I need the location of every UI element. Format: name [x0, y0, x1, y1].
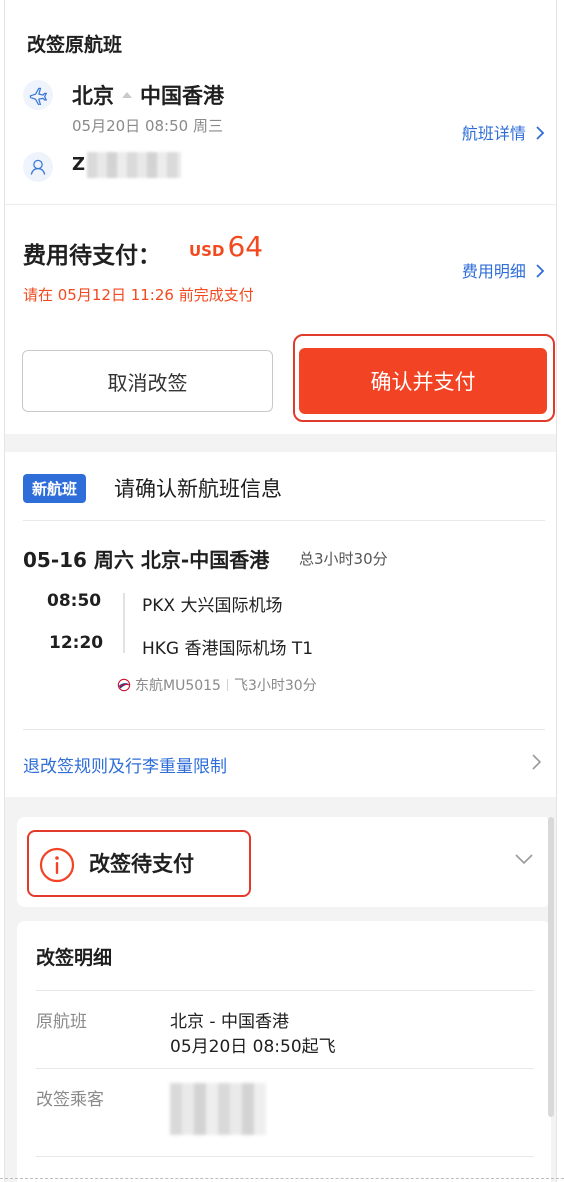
currency: USD: [189, 242, 225, 260]
original-flight-route: 北京 - 中国香港: [170, 1012, 289, 1032]
payment-due-label: 费用待支付：: [23, 243, 161, 269]
cancel-change-button[interactable]: 取消改签: [22, 350, 273, 412]
divider: [23, 520, 545, 521]
airline-info: 东航MU5015 飞3小时30分: [117, 675, 317, 695]
original-route: 北京 中国香港: [72, 80, 224, 110]
payment-deadline: 请在 05月12日 11:26 前完成支付: [23, 286, 254, 304]
page-cut-line: [0, 1178, 564, 1179]
chevron-down-icon[interactable]: [514, 852, 534, 866]
divider: [36, 1068, 534, 1069]
section-divider: [5, 434, 556, 452]
chevron-right-icon: [536, 264, 545, 278]
flight-detail-label: 航班详情: [461, 124, 526, 143]
destination-city: 中国香港: [140, 84, 224, 108]
trip-header: 05-16 周六 北京-中国香港: [23, 548, 270, 572]
refund-change-rules-link[interactable]: 退改签规则及行李重量限制: [23, 752, 227, 777]
redacted-passenger-list: [170, 1083, 266, 1135]
chevron-right-icon: [536, 126, 545, 140]
original-flight-time: 05月20日 08:50起飞: [170, 1037, 336, 1057]
departure-airport: PKX 大兴国际机场: [142, 596, 283, 616]
arrival-airport: HKG 香港国际机场 T1: [142, 639, 314, 659]
payment-amount: USD 64: [189, 230, 263, 263]
airline-flight-number: 东航MU5015: [135, 678, 221, 694]
divider: [36, 990, 534, 991]
new-flight-section: [5, 452, 556, 797]
original-flight-title: 改签原航班: [27, 34, 123, 56]
flight-duration: 飞3小时30分: [233, 678, 317, 694]
timeline-bar: [123, 593, 125, 653]
redacted-passenger-name: [87, 152, 181, 178]
divider: [226, 679, 228, 691]
new-flight-badge: 新航班: [23, 474, 87, 503]
new-flight-title: 请确认新航班信息: [114, 477, 282, 501]
total-duration: 总3小时30分: [299, 550, 388, 568]
chevron-right-icon[interactable]: [530, 752, 542, 772]
origin-city: 北京: [72, 84, 114, 108]
changed-passenger-label: 改签乘客: [36, 1090, 104, 1110]
arrival-time: 12:20: [49, 633, 104, 653]
departure-time: 08:50: [47, 591, 102, 611]
scrollbar[interactable]: [548, 817, 554, 1117]
flight-detail-link[interactable]: 航班详情: [462, 120, 546, 144]
page-frame: 改签原航班 北京 中国香港 05月20日 08:50 周三 航班详情 Z 费用待…: [4, 0, 557, 1182]
route-arrow-icon: [122, 92, 132, 98]
original-departure: 05月20日 08:50 周三: [72, 117, 223, 135]
passenger-icon: [23, 152, 53, 182]
info-icon: [39, 847, 75, 883]
original-flight-label: 原航班: [36, 1012, 87, 1032]
divider: [36, 1156, 534, 1157]
fee-detail-label: 费用明细: [461, 262, 526, 281]
china-eastern-logo-icon: [117, 678, 131, 692]
amount: 64: [227, 230, 264, 263]
divider: [23, 729, 545, 730]
passenger-name: Z: [72, 154, 86, 175]
confirm-and-pay-button[interactable]: 确认并支付: [299, 348, 547, 414]
plane-icon: [23, 80, 53, 110]
change-details-title: 改签明细: [36, 947, 113, 969]
status-text: 改签待支付: [89, 852, 194, 876]
fee-detail-link[interactable]: 费用明细: [462, 258, 546, 282]
